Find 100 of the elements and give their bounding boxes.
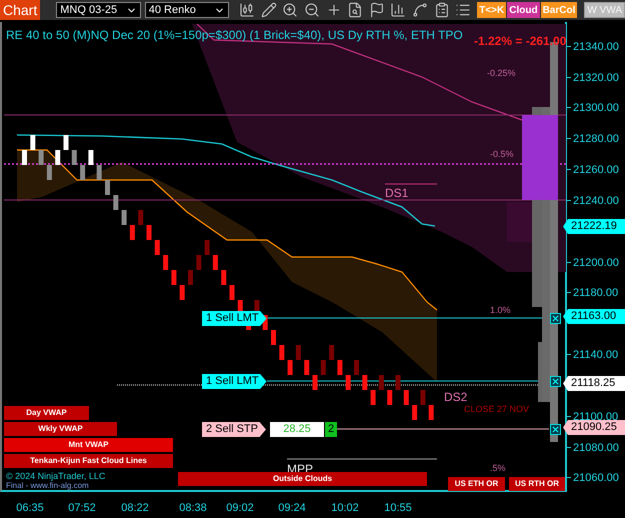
tick-mark xyxy=(567,46,571,47)
renko-brick xyxy=(370,390,376,405)
study-label: Day VWAP xyxy=(4,406,89,420)
renko-brick xyxy=(30,135,36,150)
price-tick-label: 21280.00 xyxy=(573,132,619,148)
renko-brick xyxy=(396,375,400,390)
time-tick-label: 09:02 xyxy=(226,501,254,516)
renko-brick xyxy=(154,240,160,255)
price-tick-label: 21080.00 xyxy=(573,440,619,456)
renko-brick xyxy=(337,360,342,375)
study-label: Tenkan-Kijun Fast Cloud Lines xyxy=(4,454,173,468)
tick-mark xyxy=(567,76,571,78)
renko-brick xyxy=(320,360,326,375)
zoom-in-icon[interactable] xyxy=(282,2,298,18)
time-tick-label: 08:38 xyxy=(179,501,207,516)
renko-brick xyxy=(72,150,77,165)
level-marker: DS2 xyxy=(444,389,468,406)
study-label: US RTH OR xyxy=(509,477,565,491)
renko-brick xyxy=(420,390,426,405)
study-label: US ETH OR xyxy=(448,477,505,491)
renko-brick xyxy=(212,255,218,270)
price-tick-label: 21200.00 xyxy=(573,256,619,271)
flag-icon[interactable] xyxy=(368,2,385,18)
order-label[interactable]: 1 Sell LMT xyxy=(202,311,267,326)
price-tick-label: 21240.00 xyxy=(573,194,619,209)
renko-brick xyxy=(404,390,409,405)
time-tick-label: 10:55 xyxy=(384,501,412,516)
renko-brick xyxy=(88,150,94,165)
renko-brick xyxy=(428,405,434,420)
renko-brick xyxy=(130,225,135,240)
order-label[interactable]: 1 Sell LMT xyxy=(202,374,267,389)
renko-brick xyxy=(271,330,276,345)
tick-mark xyxy=(567,416,571,417)
renko-brick xyxy=(354,360,359,375)
price-tick-label: 21260.00 xyxy=(573,163,619,178)
tick-mark xyxy=(567,200,571,201)
renko-brick xyxy=(138,210,144,225)
instrument-dropdown[interactable]: MNQ 03-25 xyxy=(56,2,141,18)
order-label[interactable]: 2 Sell STP xyxy=(202,422,266,437)
level-label: .5% xyxy=(490,462,506,475)
renko-brick xyxy=(288,360,293,375)
renko-brick xyxy=(180,285,185,300)
cancel-order-button[interactable] xyxy=(550,313,561,324)
price-tick-label: 21100.00 xyxy=(573,410,618,423)
tick-mark xyxy=(567,107,571,108)
zoom-out-icon[interactable] xyxy=(304,2,320,18)
bar-chart-icon[interactable] xyxy=(390,2,406,18)
order-quantity[interactable]: 2 xyxy=(325,422,337,437)
pencil-icon[interactable] xyxy=(260,2,277,18)
time-tick-label: 07:52 xyxy=(68,501,96,516)
renko-brick xyxy=(122,210,127,225)
time-tick-label: 09:24 xyxy=(278,501,306,516)
level-marker: DS1 xyxy=(385,185,408,202)
line-drawing-icon[interactable] xyxy=(412,2,428,18)
renko-brick xyxy=(312,375,318,390)
price-tick-label: 21180.00 xyxy=(573,286,618,302)
renko-brick xyxy=(346,375,351,390)
cancel-order-button[interactable] xyxy=(550,424,561,435)
price-tick-label: 21300.00 xyxy=(573,101,619,116)
renko-brick xyxy=(163,255,168,270)
renko-brick xyxy=(279,345,284,360)
document-search-icon[interactable] xyxy=(347,2,364,18)
level-label: 1.0% xyxy=(490,304,511,317)
cancel-order-button[interactable] xyxy=(550,376,561,387)
renko-brick xyxy=(296,345,301,360)
renko-brick xyxy=(196,255,202,270)
tick-mark xyxy=(567,262,571,263)
indicator-toggle[interactable]: Cloud xyxy=(507,2,540,18)
clipboard-icon[interactable] xyxy=(434,2,450,18)
candlestick-icon[interactable] xyxy=(239,2,256,18)
time-tick-label: 06:35 xyxy=(16,501,44,516)
tick-mark xyxy=(567,169,571,170)
tick-mark xyxy=(567,477,571,478)
price-tag: 21163.00 xyxy=(563,309,625,324)
level-label: CLOSE 27 NOV xyxy=(464,403,530,416)
level-label: -0.5% xyxy=(490,148,514,161)
time-tick-label: 08:22 xyxy=(121,501,149,516)
price-tag: 21090.25 xyxy=(563,420,625,435)
renko-brick xyxy=(105,180,110,195)
study-label: Mnt VWAP xyxy=(4,438,173,452)
bar-type-dropdown[interactable]: 40 Renko xyxy=(144,2,230,18)
price-tick-label: 21060.00 xyxy=(573,471,619,486)
renko-brick xyxy=(38,150,44,165)
renko-brick xyxy=(221,270,226,285)
change-readout: -1.22% = -261.00 xyxy=(474,33,566,50)
renko-brick xyxy=(55,150,60,165)
renko-brick xyxy=(64,135,68,150)
renko-brick xyxy=(230,285,234,300)
renko-brick xyxy=(80,165,86,180)
renko-brick xyxy=(329,345,334,360)
renko-brick xyxy=(412,405,418,420)
study-label: Outside Clouds xyxy=(178,472,427,486)
renko-brick xyxy=(188,270,193,285)
window-title: Chart xyxy=(0,0,40,20)
time-tick-label: 10:02 xyxy=(331,501,359,516)
price-tick-label: 21320.00 xyxy=(573,70,619,86)
tick-mark xyxy=(567,138,571,140)
study-label: Wkly VWAP xyxy=(4,422,117,436)
tick-mark xyxy=(567,446,571,448)
credit-text: Final - www.fin-alg.com xyxy=(6,481,89,490)
